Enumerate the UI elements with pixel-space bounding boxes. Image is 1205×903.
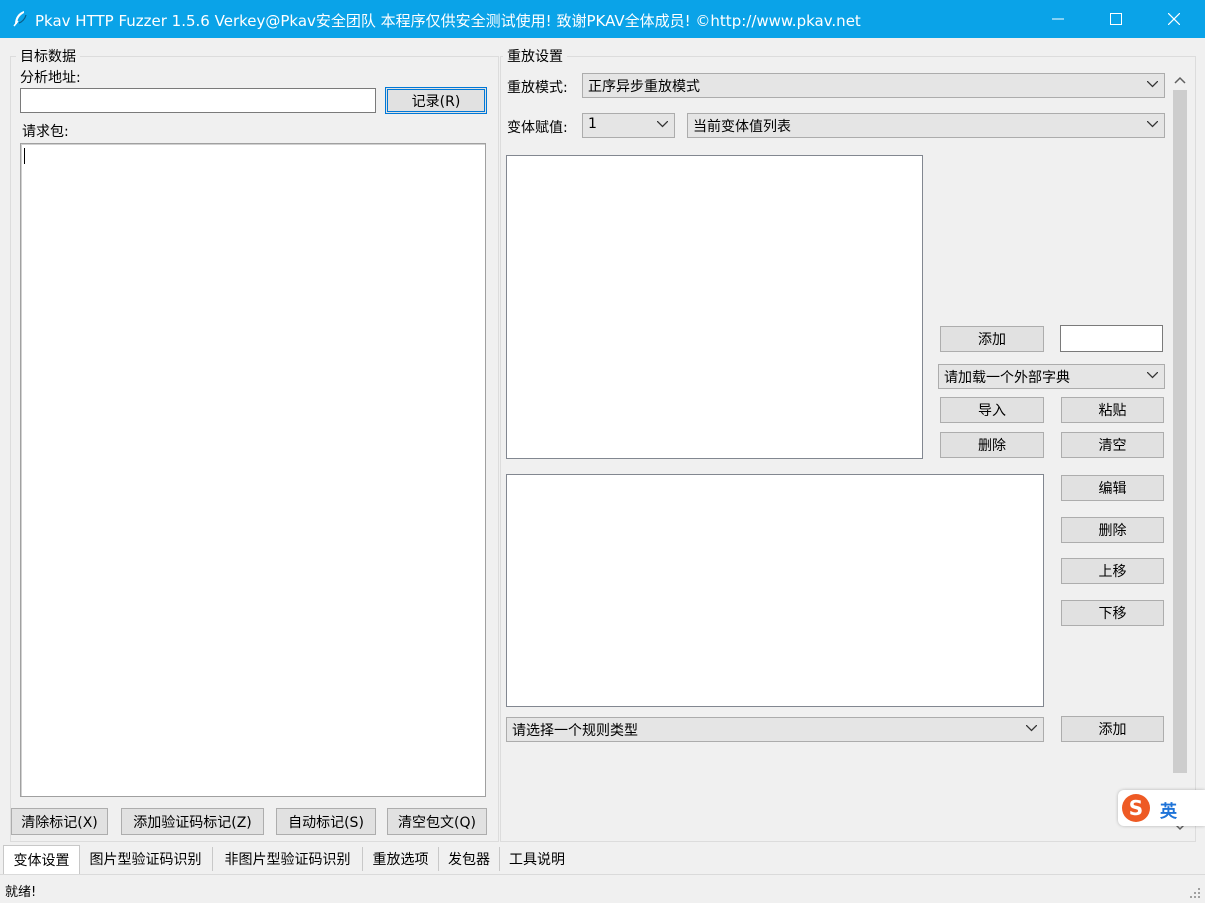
edit-rule-button[interactable]: 编辑 <box>1061 475 1164 501</box>
replay-mode-value: 正序异步重放模式 <box>588 79 700 95</box>
replay-mode-label: 重放模式: <box>507 80 568 96</box>
resize-grip-icon[interactable] <box>1189 887 1201 899</box>
replay-mode-select[interactable]: 正序异步重放模式 <box>582 73 1165 98</box>
move-down-button[interactable]: 下移 <box>1061 600 1164 626</box>
add-captcha-mark-button[interactable]: 添加验证码标记(Z) <box>121 808 264 835</box>
variant-assign-label: 变体赋值: <box>507 120 568 136</box>
add-value-button[interactable]: 添加 <box>940 326 1044 352</box>
status-bar: 就绪! <box>0 874 1205 903</box>
analysis-address-input[interactable] <box>20 88 376 113</box>
tab-tool-help[interactable]: 工具说明 <box>500 847 574 871</box>
add-rule-button[interactable]: 添加 <box>1061 716 1164 742</box>
chevron-down-icon <box>1147 372 1158 379</box>
tab-packet-sender[interactable]: 发包器 <box>439 847 500 871</box>
tab-image-captcha[interactable]: 图片型验证码识别 <box>79 847 213 871</box>
rule-type-select[interactable]: 请选择一个规则类型 <box>506 717 1044 742</box>
chevron-down-icon <box>657 121 668 128</box>
request-packet-textarea[interactable] <box>20 143 486 797</box>
auto-mark-button[interactable]: 自动标记(S) <box>276 808 376 835</box>
replay-scrollbar[interactable] <box>1171 70 1189 840</box>
tab-non-image-captcha[interactable]: 非图片型验证码识别 <box>213 847 363 871</box>
dictionary-select[interactable]: 请加载一个外部字典 <box>938 364 1165 389</box>
close-button[interactable] <box>1145 0 1203 38</box>
status-text: 就绪! <box>5 885 37 900</box>
clear-body-button[interactable]: 清空包文(Q) <box>387 808 487 835</box>
feather-logo-icon <box>13 11 27 27</box>
minimize-button[interactable] <box>1029 0 1087 38</box>
close-icon <box>1168 13 1180 25</box>
variant-list-value: 当前变体值列表 <box>693 119 791 135</box>
delete-rule-button[interactable]: 删除 <box>1061 517 1164 543</box>
sogou-logo-icon: S <box>1122 794 1150 822</box>
variant-list-select[interactable]: 当前变体值列表 <box>687 113 1165 138</box>
ime-mode: 英 <box>1160 802 1177 822</box>
record-button[interactable]: 记录(R) <box>385 87 487 114</box>
tab-variant-settings[interactable]: 变体设置 <box>3 845 80 874</box>
variant-values-list[interactable] <box>506 155 923 459</box>
clear-values-button[interactable]: 清空 <box>1061 432 1164 458</box>
rule-type-value: 请选择一个规则类型 <box>512 723 638 739</box>
variant-index-value: 1 <box>588 116 597 132</box>
maximize-button[interactable] <box>1087 0 1145 38</box>
replay-settings-title: 重放设置 <box>503 46 567 66</box>
paste-button[interactable]: 粘贴 <box>1061 397 1164 423</box>
maximize-icon <box>1110 13 1122 25</box>
text-cursor <box>24 148 25 164</box>
target-data-title: 目标数据 <box>16 46 80 66</box>
scroll-up-icon[interactable] <box>1174 76 1186 84</box>
ime-indicator[interactable]: S 英 <box>1118 790 1205 826</box>
scrollbar-thumb[interactable] <box>1173 90 1187 773</box>
chevron-down-icon <box>1147 121 1158 128</box>
delete-value-button[interactable]: 删除 <box>940 432 1044 458</box>
rules-list[interactable] <box>506 474 1044 707</box>
analysis-address-label: 分析地址: <box>20 70 81 86</box>
request-packet-label: 请求包: <box>22 124 69 140</box>
chevron-down-icon <box>1026 725 1037 732</box>
add-value-input[interactable] <box>1060 325 1163 352</box>
minimize-icon <box>1052 18 1064 20</box>
dictionary-value: 请加载一个外部字典 <box>944 370 1070 386</box>
title-bar: Pkav HTTP Fuzzer 1.5.6 Verkey@Pkav安全团队 本… <box>0 0 1205 38</box>
window-title: Pkav HTTP Fuzzer 1.5.6 Verkey@Pkav安全团队 本… <box>35 12 861 30</box>
tab-bar: 变体设置 图片型验证码识别 非图片型验证码识别 重放选项 发包器 工具说明 <box>0 845 1205 874</box>
chevron-down-icon <box>1147 81 1158 88</box>
import-button[interactable]: 导入 <box>940 397 1044 423</box>
tab-replay-options[interactable]: 重放选项 <box>363 847 439 871</box>
move-up-button[interactable]: 上移 <box>1061 558 1164 584</box>
clear-marks-button[interactable]: 清除标记(X) <box>11 808 108 835</box>
variant-index-select[interactable]: 1 <box>582 113 675 138</box>
